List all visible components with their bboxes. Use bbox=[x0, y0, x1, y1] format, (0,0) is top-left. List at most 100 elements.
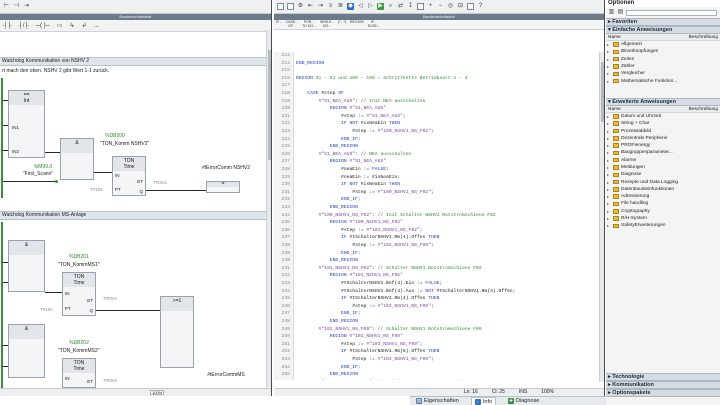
network-header[interactable]: Watchdog Kommunikation MS-Anlage bbox=[0, 211, 271, 220]
monitoring-on-icon[interactable]: ▶ bbox=[377, 3, 384, 10]
expand-icon[interactable]: ▸ bbox=[607, 71, 611, 76]
tree-item[interactable]: ▸ Rezepte und Data Logging bbox=[606, 178, 720, 185]
et-value[interactable]: T#0ms bbox=[153, 180, 167, 185]
timer-ton-block[interactable]: TON Time IN PT ET Q bbox=[62, 272, 96, 316]
network-header[interactable]: Watchdog Kommunikation von NSHV 2 bbox=[0, 57, 271, 66]
tree-item[interactable]: ▸ Diagnose bbox=[606, 171, 720, 178]
settings-icon[interactable] bbox=[467, 3, 474, 10]
split-icon[interactable]: ⊟ bbox=[457, 3, 464, 10]
tab-info[interactable]: i Info bbox=[470, 396, 497, 405]
tree-item[interactable]: ▸ Vergleicher bbox=[606, 70, 720, 77]
tree-item[interactable]: ▸ Meldungen bbox=[606, 164, 720, 171]
indent-icon[interactable]: ⇤ bbox=[307, 3, 314, 10]
expand-icon[interactable]: ▸ bbox=[607, 121, 611, 126]
tree-item[interactable]: ▸ File handling bbox=[606, 200, 720, 207]
tree-item[interactable]: ▸ Datum und Uhrzeit bbox=[606, 113, 720, 120]
tree-item[interactable]: ▸ R/H-System bbox=[606, 215, 720, 222]
collapse-icon[interactable]: ▥ bbox=[608, 9, 615, 16]
tab-diagnostics[interactable]: ✚ Diagnose bbox=[508, 398, 539, 404]
expand-icon[interactable]: ▸ bbox=[607, 64, 611, 69]
timer-ton-block[interactable]: TON Time IN ET bbox=[62, 358, 96, 388]
tree-item[interactable]: ▸ Baugruppenparameter... bbox=[606, 149, 720, 156]
box-icon[interactable]: ▭ bbox=[57, 22, 63, 29]
section-favorites[interactable]: ▸ Favoriten bbox=[606, 18, 720, 26]
col-desc[interactable]: Beschreibung bbox=[689, 34, 718, 40]
expand-icon[interactable]: ▸ bbox=[607, 194, 611, 199]
tab-properties[interactable]: ▤ Eigenschaften bbox=[416, 398, 459, 404]
expand-icon[interactable]: ▸ bbox=[607, 136, 611, 141]
uncomment-icon[interactable]: ≣ bbox=[337, 3, 344, 10]
template-region[interactable]: REGION bbox=[348, 20, 366, 26]
expand-icon[interactable]: ▸ bbox=[607, 129, 611, 134]
save-icon[interactable] bbox=[287, 3, 294, 10]
section-extended-instructions[interactable]: ▾ Erweiterte Anweisungen bbox=[606, 97, 720, 106]
tree-item[interactable]: ▸ Datenbausteinfunktionen bbox=[606, 186, 720, 193]
branch-open-icon[interactable]: ↳ bbox=[70, 22, 75, 29]
insert-network-icon[interactable]: ⊢ bbox=[3, 3, 10, 10]
section-option-packages[interactable]: ▸ Optionspakete bbox=[606, 389, 720, 397]
branch-icon[interactable]: → bbox=[94, 23, 100, 29]
network-comment[interactable]: rt mach den oben. NSHV 2 gibt Wert 1-1 z… bbox=[2, 68, 109, 74]
expand-icon[interactable]: ▸ bbox=[607, 143, 611, 148]
tree-item[interactable]: ▸ Prozessabbild bbox=[606, 127, 720, 134]
goto-icon[interactable]: ⇥ bbox=[23, 3, 30, 10]
scroll-thumb[interactable] bbox=[268, 50, 271, 160]
expand-icon[interactable]: ▸ bbox=[607, 150, 611, 155]
tree-item[interactable]: ▸ String + Char bbox=[606, 120, 720, 127]
tree-item[interactable]: ▸ Alarme bbox=[606, 157, 720, 164]
bookmark-icon[interactable]: ◆ bbox=[347, 3, 354, 10]
tree-item[interactable]: ▸ Zähler bbox=[606, 63, 720, 70]
delete-network-icon[interactable]: ⊣ bbox=[13, 3, 20, 10]
template-comment[interactable]: (*...*) bbox=[336, 20, 348, 26]
expand-icon[interactable]: ▸ bbox=[607, 57, 611, 62]
find-icon[interactable]: ⌕ bbox=[387, 3, 394, 10]
contact-nc-icon[interactable]: ┤/├ bbox=[19, 23, 29, 29]
monitor-icon[interactable] bbox=[277, 3, 284, 10]
compare-block[interactable]: == Int IN1 IN2 bbox=[8, 90, 45, 158]
goto-line-icon[interactable]: ↧ bbox=[407, 3, 414, 10]
et-value[interactable]: T#0ms bbox=[103, 296, 117, 301]
expand-icon[interactable]: ▸ bbox=[607, 216, 611, 221]
tree-item[interactable]: ▸ Dezentrale Peripherie bbox=[606, 135, 720, 142]
col-name[interactable]: Name bbox=[608, 106, 621, 112]
and-block[interactable]: & bbox=[60, 138, 94, 180]
zoom-out-icon[interactable]: − bbox=[437, 3, 444, 10]
zoom-select[interactable]: 100% bbox=[150, 390, 165, 395]
expand-icon[interactable]: ▸ bbox=[607, 165, 611, 170]
or-block[interactable]: >=1 bbox=[160, 296, 194, 368]
et-value[interactable]: T#0ms bbox=[103, 378, 117, 383]
expand-icon[interactable]: ▸ bbox=[607, 187, 611, 192]
expand-icon[interactable]: ▸ bbox=[607, 79, 611, 84]
section-communication[interactable]: ▸ Kommunikation bbox=[606, 381, 720, 389]
assign-block[interactable]: = bbox=[206, 181, 240, 193]
and-block[interactable]: & bbox=[8, 240, 45, 292]
replace-icon[interactable]: ⇄ bbox=[397, 3, 404, 10]
zoom-select[interactable]: 100% bbox=[541, 389, 554, 396]
search-input[interactable] bbox=[626, 9, 717, 16]
expand-icon[interactable]: ▸ bbox=[607, 223, 611, 228]
prev-bookmark-icon[interactable]: ◁ bbox=[357, 3, 364, 10]
section-basic-instructions[interactable]: ▾ Einfache Anweisungen bbox=[606, 26, 720, 34]
expand-icon[interactable]: ▸ bbox=[607, 114, 611, 119]
tree-item[interactable]: ▸ Bitverknüpfungen bbox=[606, 48, 720, 55]
tree-item[interactable]: ▸ Mathematische Funktion... bbox=[606, 77, 720, 84]
vertical-scrollbar[interactable] bbox=[599, 52, 604, 382]
tree-item[interactable]: ▸ Allgemein bbox=[606, 41, 720, 48]
snapshot-icon[interactable]: ◎ bbox=[447, 3, 454, 10]
timer-ton-block[interactable]: TON Time IN PT ET Q bbox=[112, 156, 146, 196]
template-if[interactable]: IF... bbox=[274, 20, 284, 26]
comment-icon[interactable]: ≡ bbox=[327, 3, 334, 10]
template-if-else[interactable]: IF... ELSE... bbox=[366, 20, 382, 29]
tree-item[interactable]: ▸ Adressierung bbox=[606, 193, 720, 200]
next-bookmark-icon[interactable]: ▷ bbox=[367, 3, 374, 10]
compile-icon[interactable]: ⚙ bbox=[297, 3, 304, 10]
zoom-in-icon[interactable]: + bbox=[427, 3, 434, 10]
expand-icon[interactable]: ▸ bbox=[607, 180, 611, 185]
template-for[interactable]: FOR... TO DO... bbox=[300, 20, 318, 29]
expand-icon[interactable]: ▸ bbox=[607, 158, 611, 163]
properties-icon[interactable] bbox=[417, 3, 424, 10]
and-block[interactable]: & bbox=[8, 324, 45, 378]
scroll-thumb[interactable] bbox=[601, 62, 604, 122]
code-line[interactable]: 256 #"103_NSHV1_NS_F09": // Schalter NSH… bbox=[274, 379, 604, 381]
insert-mode[interactable]: INS bbox=[519, 389, 527, 396]
